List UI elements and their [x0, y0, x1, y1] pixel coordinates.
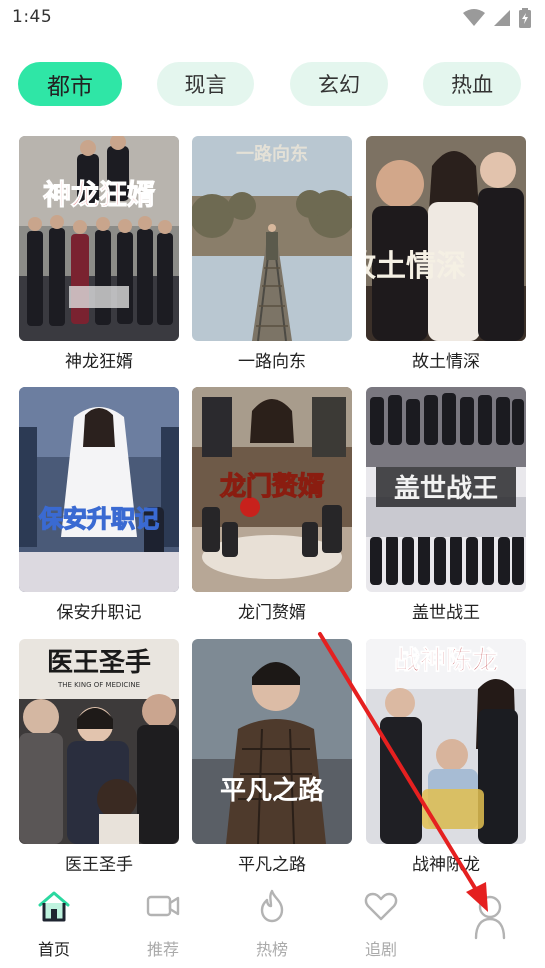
cellular-signal-icon: [493, 9, 511, 27]
drama-title[interactable]: 医王圣手: [19, 850, 179, 872]
drama-poster[interactable]: 医王圣手 THE KING OF MEDICINE: [19, 639, 179, 844]
nav-home-label: 首页: [37, 940, 70, 959]
drama-poster[interactable]: 一路向东: [192, 136, 352, 341]
poster-title-art: 龙门赘婿: [220, 472, 324, 502]
status-time: 1:45: [12, 7, 53, 27]
home-icon: [36, 888, 72, 924]
nav-recommend[interactable]: 推荐: [118, 882, 208, 962]
status-icons: [463, 8, 531, 28]
drama-title[interactable]: 故土情深: [366, 347, 526, 372]
drama-title[interactable]: 保安升职记: [19, 598, 179, 623]
bottom-navigation: 首页 推荐 热榜 追剧: [0, 872, 545, 968]
nav-following[interactable]: 追剧: [336, 882, 426, 962]
category-tabs: 都市 现言 玄幻 热血: [0, 62, 545, 108]
nav-trending[interactable]: 热榜: [227, 882, 317, 962]
poster-title-art: 一路向东: [236, 143, 308, 165]
poster-title-art: 平凡之路: [220, 775, 325, 806]
drama-poster[interactable]: 盖世战王: [366, 387, 526, 592]
drama-poster[interactable]: 龙门赘婿: [192, 387, 352, 592]
drama-title[interactable]: 战神陈龙: [366, 850, 526, 872]
battery-charging-icon: [519, 8, 531, 28]
nav-recommend-label: 推荐: [146, 940, 179, 959]
poster-title-art: 盖世战王: [394, 473, 498, 504]
drama-poster[interactable]: 保安升职记: [19, 387, 179, 592]
nav-following-label: 追剧: [364, 940, 397, 959]
drama-title[interactable]: 神龙狂婿: [19, 347, 179, 372]
nav-trending-label: 热榜: [255, 940, 288, 959]
drama-grid: 神龙狂婿 神龙狂婿 一路向东 一路向东 土情深 故土情深 保安升职记 保安升职记…: [0, 136, 545, 872]
category-tab-xianyan[interactable]: 现言: [157, 62, 254, 106]
heart-icon: [363, 888, 399, 924]
video-camera-icon: [145, 888, 181, 924]
wifi-icon: [463, 9, 485, 27]
category-tab-dushi[interactable]: 都市: [18, 62, 122, 106]
nav-home[interactable]: 首页: [9, 882, 99, 962]
nav-profile[interactable]: [445, 882, 535, 962]
drama-title[interactable]: 平凡之路: [192, 850, 352, 872]
status-bar: 1:45: [0, 0, 545, 36]
drama-title[interactable]: 龙门赘婿: [192, 598, 352, 623]
category-tab-xuanhuan[interactable]: 玄幻: [290, 62, 388, 106]
drama-title[interactable]: 一路向东: [192, 347, 352, 372]
poster-title-art: 医王圣手: [47, 648, 151, 678]
drama-poster[interactable]: 战神陈龙: [366, 639, 526, 844]
drama-poster[interactable]: 神龙狂婿: [19, 136, 179, 341]
flame-icon: [254, 888, 290, 924]
poster-subtitle-art: THE KING OF MEDICINE: [57, 681, 140, 689]
poster-title-art: 保安升职记: [38, 504, 159, 533]
poster-title-art: 故土情深: [366, 249, 466, 284]
poster-title-art: 神龙狂婿: [43, 178, 155, 211]
drama-poster[interactable]: 平凡之路: [192, 639, 352, 844]
profile-icon: [470, 894, 510, 940]
category-tab-rexue[interactable]: 热血: [423, 62, 521, 106]
poster-title-art: 战神陈龙: [394, 645, 498, 676]
drama-title[interactable]: 盖世战王: [366, 598, 526, 623]
drama-poster[interactable]: 故土情深: [366, 136, 526, 341]
